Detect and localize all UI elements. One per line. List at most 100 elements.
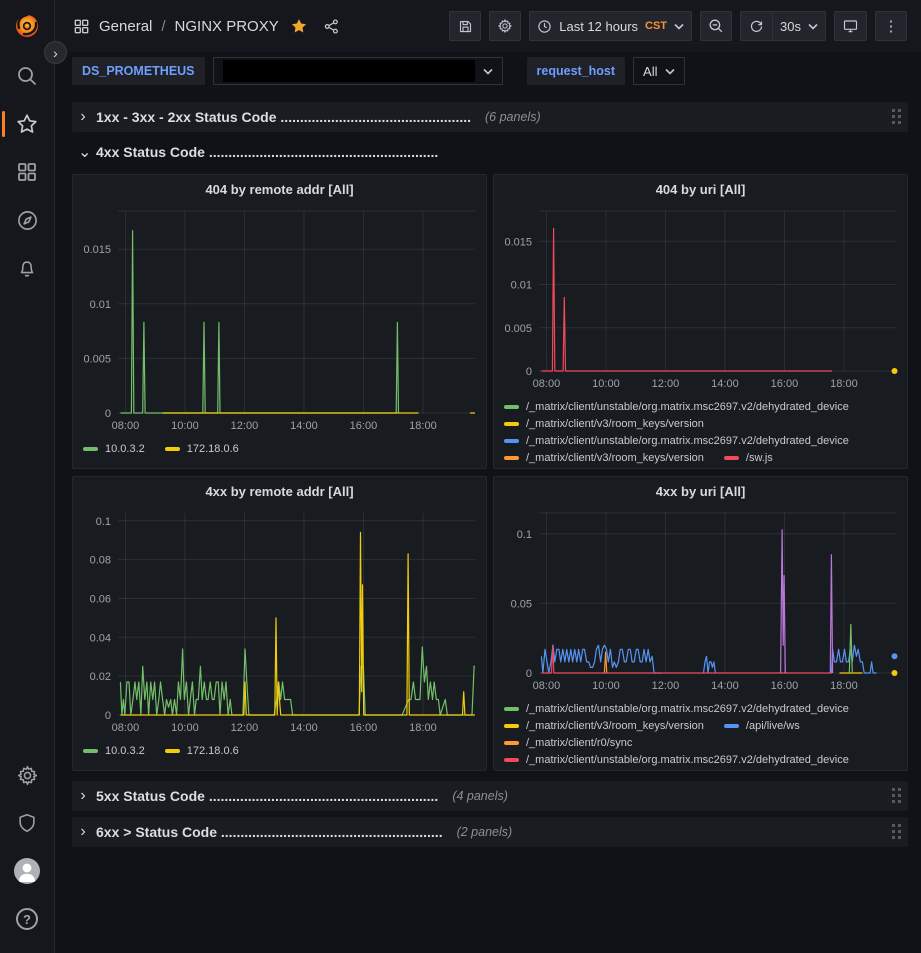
svg-text:0.1: 0.1 [517,529,532,541]
svg-text:08:00: 08:00 [533,378,561,390]
row-title: 6xx > Status Code ......................… [96,824,443,840]
sidebar-item-server-admin[interactable] [0,799,55,847]
timeseries-chart[interactable]: 08:0010:0012:0014:0016:0018:0000.020.040… [73,505,486,737]
panel-title[interactable]: 404 by uri [All] [494,175,907,203]
chevron-down-icon: ⌄ [78,142,88,162]
svg-text:14:00: 14:00 [290,722,318,734]
share-icon[interactable] [323,18,340,35]
time-range-picker[interactable]: Last 12 hours CST [529,11,692,41]
sidebar-item-starred[interactable] [0,100,55,148]
sidebar-item-help[interactable]: ? [0,895,55,943]
breadcrumb: General / NGINX PROXY [73,17,340,35]
favorite-star-icon[interactable] [290,17,308,35]
drag-handle-icon[interactable] [892,788,902,804]
save-dashboard-button[interactable] [449,11,481,41]
row-title: 1xx - 3xx - 2xx Status Code ............… [96,109,471,125]
shield-icon [16,812,38,834]
legend-series-name: /sw.js [746,452,773,464]
legend-item[interactable]: 172.18.0.6 [165,443,239,455]
legend-item[interactable]: /_matrix/client/unstable/org.matrix.msc2… [504,435,849,447]
legend-series-swatch [83,749,98,753]
legend-item[interactable]: /_matrix/client/unstable/org.matrix.msc2… [504,703,849,715]
refresh-button[interactable] [740,11,772,41]
legend-item[interactable]: /_matrix/client/v3/room_keys/version [504,418,704,430]
sidebar-expand-button[interactable]: › [44,41,67,64]
svg-text:0.02: 0.02 [90,671,111,683]
monitor-icon [842,18,859,34]
row-5xx[interactable]: › 5xx Status Code ......................… [72,781,908,811]
sidebar-item-configuration[interactable] [0,751,55,799]
search-icon [16,65,38,87]
row-1xx-3xx-2xx[interactable]: › 1xx - 3xx - 2xx Status Code ..........… [72,102,908,132]
person-icon [14,858,40,884]
more-options-button[interactable]: ⋮ [875,11,907,41]
sidebar-item-profile[interactable] [0,847,55,895]
panel-title[interactable]: 404 by remote addr [All] [73,175,486,203]
grafana-logo-icon [12,11,42,41]
legend-item[interactable]: /_matrix/client/unstable/org.matrix.msc2… [504,754,849,766]
drag-handle-icon[interactable] [892,109,902,125]
legend-item[interactable]: /api/live/ws [724,720,800,732]
clock-icon [537,19,552,34]
legend-series-swatch [504,707,519,711]
redacted-datasource-value [223,60,475,82]
chevron-right-icon: › [78,823,88,841]
svg-text:10:00: 10:00 [171,420,199,432]
legend-item[interactable]: 172.18.0.6 [165,745,239,757]
breadcrumb-section[interactable]: General [99,18,152,35]
svg-text:0.01: 0.01 [90,299,111,311]
datasource-variable-select[interactable] [213,57,503,85]
panel-legend: /_matrix/client/unstable/org.matrix.msc2… [494,398,907,464]
row-6xx[interactable]: › 6xx > Status Code ....................… [72,817,908,847]
dashboard-grid-icon [73,18,90,35]
refresh-interval-picker[interactable]: 30s [772,11,826,41]
timeseries-chart[interactable]: 08:0010:0012:0014:0016:0018:0000.0050.01… [73,203,486,435]
host-variable-label[interactable]: request_host [527,57,626,85]
svg-text:0: 0 [526,366,532,378]
svg-text:16:00: 16:00 [350,722,378,734]
svg-text:08:00: 08:00 [533,680,561,692]
sidebar-item-alerting[interactable] [0,244,55,292]
sidebar-item-explore[interactable] [0,196,55,244]
legend-item[interactable]: 10.0.3.2 [83,443,145,455]
legend-item[interactable]: /_matrix/client/v3/room_keys/version [504,720,704,732]
cycle-view-mode-button[interactable] [834,11,867,41]
timeseries-chart[interactable]: 08:0010:0012:0014:0016:0018:0000.050.1 [494,505,907,695]
svg-text:0.01: 0.01 [511,280,532,292]
chevron-right-icon: › [78,108,88,126]
timeseries-chart[interactable]: 08:0010:0012:0014:0016:0018:0000.0050.01… [494,203,907,393]
legend-item[interactable]: /_matrix/client/unstable/org.matrix.msc2… [504,401,849,413]
svg-text:0.05: 0.05 [511,598,532,610]
drag-handle-icon[interactable] [892,824,902,840]
legend-series-swatch [504,439,519,443]
legend-series-swatch [165,447,180,451]
breadcrumb-separator: / [161,18,165,35]
host-variable-select[interactable]: All [633,57,685,85]
zoom-out-button[interactable] [700,11,732,41]
legend-series-name: /api/live/ws [746,720,800,732]
svg-text:18:00: 18:00 [409,722,437,734]
datasource-variable-label[interactable]: DS_PROMETHEUS [72,57,205,85]
legend-item[interactable]: 10.0.3.2 [83,745,145,757]
navbar-actions: Last 12 hours CST 30s [449,11,907,41]
svg-text:0: 0 [526,668,532,680]
time-range-label: Last 12 hours [559,19,638,34]
variables-row: DS_PROMETHEUS request_host All [55,52,921,94]
svg-text:12:00: 12:00 [231,722,259,734]
breadcrumb-page[interactable]: NGINX PROXY [175,18,279,35]
legend-item[interactable]: /_matrix/client/v3/room_keys/version [504,452,704,464]
legend-series-swatch [504,724,519,728]
chevron-right-icon: › [78,787,88,805]
panel-title[interactable]: 4xx by uri [All] [494,477,907,505]
star-icon [15,112,39,136]
row-panel-count: (2 panels) [457,825,513,839]
sidebar-item-dashboards[interactable] [0,148,55,196]
legend-series-swatch [83,447,98,451]
row-4xx[interactable]: ⌄ 4xx Status Code ......................… [72,138,908,166]
legend-item[interactable]: /sw.js [724,452,773,464]
panel-title[interactable]: 4xx by remote addr [All] [73,477,486,505]
svg-text:10:00: 10:00 [171,722,199,734]
legend-item[interactable]: /_matrix/client/r0/sync [504,737,632,749]
dashboard-settings-button[interactable] [489,11,521,41]
dashboard-canvas: › 1xx - 3xx - 2xx Status Code ..........… [55,94,921,847]
